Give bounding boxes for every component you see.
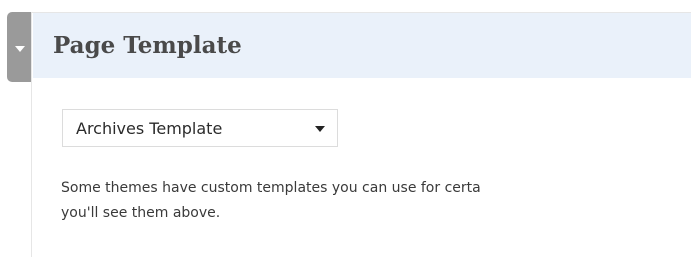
page-template-panel: Page Template Archives Template Some the…: [31, 12, 691, 257]
help-text-line-1: Some themes have custom templates you ca…: [61, 180, 481, 196]
chevron-down-icon: [15, 46, 25, 52]
panel-collapse-toggle[interactable]: [7, 12, 31, 82]
page-template-screen: Page Template Archives Template Some the…: [0, 0, 691, 257]
help-text: Some themes have custom templates you ca…: [61, 176, 691, 226]
caret-down-icon: [315, 126, 325, 132]
panel-title: Page Template: [53, 32, 242, 59]
template-select-value: Archives Template: [76, 119, 223, 138]
help-text-line-2: you'll see them above.: [61, 205, 221, 221]
panel-header: Page Template: [33, 13, 691, 78]
template-select[interactable]: Archives Template: [62, 109, 338, 147]
